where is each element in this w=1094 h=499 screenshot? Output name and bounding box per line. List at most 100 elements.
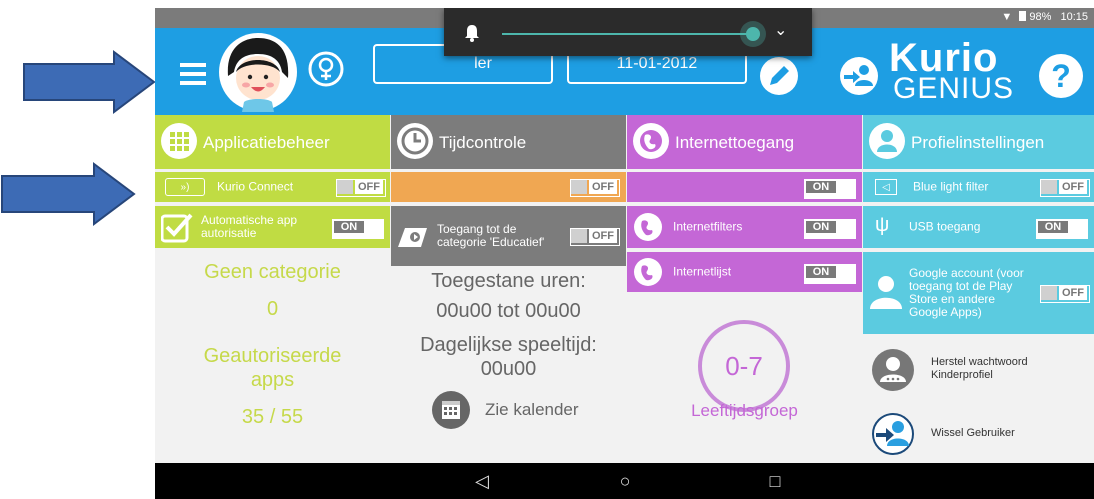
internet-filters-toggle[interactable]: ON bbox=[804, 219, 856, 239]
toggle-knob bbox=[1041, 180, 1057, 194]
toggle-knob bbox=[1041, 286, 1057, 300]
internet-list-toggle[interactable]: ON bbox=[804, 264, 856, 284]
internet-access-toggle[interactable]: ON bbox=[804, 179, 856, 199]
reset-password-icon bbox=[872, 349, 914, 391]
volume-track[interactable] bbox=[502, 33, 754, 35]
toggle-state: ON bbox=[1038, 221, 1068, 233]
volume-slider-thumb[interactable] bbox=[746, 27, 760, 41]
row-label: USB toegang bbox=[909, 219, 981, 234]
help-label: ? bbox=[1051, 58, 1071, 94]
toggle-knob bbox=[840, 221, 854, 233]
toggle-state: ON bbox=[806, 266, 836, 278]
toggle-knob bbox=[368, 221, 382, 233]
kurio-connect-toggle[interactable]: OFF bbox=[336, 179, 386, 197]
toggle-state: OFF bbox=[1059, 180, 1087, 194]
child-avatar[interactable] bbox=[218, 32, 298, 112]
row-label: Google account (voor toegang tot de Play… bbox=[909, 266, 1024, 319]
switch-user-button[interactable]: Wissel Gebruiker bbox=[863, 410, 1094, 456]
kurio-connect-icon: ») bbox=[165, 178, 205, 196]
authorized-apps-count: 35 / 55 bbox=[241, 406, 304, 428]
daily-playtime-value: 00u00 bbox=[480, 358, 537, 380]
usb-access-toggle[interactable]: ON bbox=[1036, 219, 1088, 239]
android-navigation-bar: ◁ ○ □ bbox=[155, 463, 1094, 499]
row-label: Kurio Connect bbox=[217, 179, 294, 194]
clock: 10:15 bbox=[1060, 11, 1088, 23]
toggle-state: OFF bbox=[1059, 286, 1087, 300]
apps-grid-icon bbox=[161, 123, 197, 159]
usb-access-row: ψ USB toegang ON bbox=[863, 206, 1094, 248]
tab-label: Tijdcontrole bbox=[439, 133, 527, 152]
globe-icon bbox=[634, 258, 662, 286]
internet-list-row: Internetlijst ON bbox=[627, 252, 862, 292]
allowed-hours-value: 00u00 tot 00u00 bbox=[436, 300, 581, 322]
switch-user-icon bbox=[872, 413, 914, 455]
home-icon[interactable]: ○ bbox=[610, 463, 640, 499]
reset-password-button[interactable]: Herstel wachtwoord Kinderprofiel bbox=[863, 346, 1094, 392]
tab-profile-settings[interactable]: Profielinstellingen bbox=[863, 115, 1094, 169]
chevron-down-icon[interactable]: ⌄ bbox=[774, 20, 787, 40]
reset-password-label: Herstel wachtwoord Kinderprofiel bbox=[931, 356, 1028, 381]
switch-user-icon[interactable] bbox=[839, 56, 879, 96]
category-count: 0 bbox=[266, 298, 279, 320]
checkbox-checked-icon bbox=[161, 213, 193, 243]
toggle-knob bbox=[571, 180, 587, 194]
brand-subtitle: GENIUS bbox=[893, 72, 1015, 105]
status-indicators: ▼ 98% 10:15 bbox=[1001, 11, 1088, 23]
blue-light-filter-toggle[interactable]: OFF bbox=[1040, 179, 1090, 197]
kurio-connect-row: ») Kurio Connect OFF bbox=[155, 172, 390, 202]
back-icon[interactable]: ◁ bbox=[467, 463, 497, 499]
calendar-icon bbox=[432, 391, 470, 429]
internet-filters-row: Internetfilters ON bbox=[627, 206, 862, 248]
toggle-knob bbox=[840, 181, 854, 193]
help-button[interactable]: ? bbox=[1039, 54, 1083, 98]
age-group-value: 0-7 bbox=[725, 351, 763, 381]
tablet-screen: ▼ 98% 10:15 ler 11-01-2012 Kurio GENIUS … bbox=[155, 8, 1094, 499]
view-calendar-link[interactable]: Zie kalender bbox=[431, 390, 611, 430]
row-label: Internetfilters bbox=[673, 219, 743, 234]
toggle-state: ON bbox=[806, 221, 836, 233]
tab-label: Profielinstellingen bbox=[911, 133, 1045, 152]
annotation-arrow-top-icon bbox=[23, 50, 156, 114]
blue-light-filter-row: ◁ Blue light filter OFF bbox=[863, 172, 1094, 202]
blue-light-icon: ◁ bbox=[875, 179, 897, 195]
recent-apps-icon[interactable]: □ bbox=[760, 463, 790, 499]
time-control-toggle[interactable]: OFF bbox=[570, 179, 620, 197]
tab-label: Internettoegang bbox=[675, 133, 795, 152]
google-account-toggle[interactable]: OFF bbox=[1040, 285, 1090, 303]
gender-female-icon[interactable] bbox=[308, 51, 344, 87]
row-label: Blue light filter bbox=[913, 179, 989, 194]
hamburger-menu-icon[interactable] bbox=[180, 62, 206, 86]
view-calendar-label: Zie kalender bbox=[485, 400, 579, 419]
row-label: Internetlijst bbox=[673, 264, 732, 279]
row-label: Toegang tot de categorie 'Educatief' bbox=[437, 222, 545, 249]
toggle-knob bbox=[1072, 221, 1086, 233]
annotation-arrow-bottom-icon bbox=[1, 162, 136, 226]
tab-time-control[interactable]: Tijdcontrole bbox=[391, 115, 626, 169]
switch-user-label: Wissel Gebruiker bbox=[931, 427, 1015, 439]
educational-access-toggle[interactable]: OFF bbox=[570, 228, 620, 246]
battery-icon bbox=[1019, 11, 1027, 21]
authorized-apps-label: Geautoriseerde apps bbox=[203, 345, 342, 391]
toggle-state: ON bbox=[806, 181, 836, 193]
bell-icon bbox=[465, 25, 479, 42]
auto-authorization-row: Automatische app autorisatie ON bbox=[155, 206, 390, 248]
tab-app-management[interactable]: Applicatiebeheer bbox=[155, 115, 390, 169]
toggle-knob bbox=[571, 229, 587, 243]
internet-access-row: ON bbox=[627, 172, 862, 202]
auto-authorization-toggle[interactable]: ON bbox=[332, 219, 384, 239]
toggle-state: OFF bbox=[589, 229, 617, 243]
educational-access-row: Toegang tot de categorie 'Educatief' OFF bbox=[391, 206, 626, 266]
kurio-genius-logo: Kurio GENIUS bbox=[889, 36, 1035, 105]
tab-label: Applicatiebeheer bbox=[203, 133, 330, 152]
usb-icon: ψ bbox=[875, 214, 890, 236]
tab-internet-access[interactable]: Internettoegang bbox=[627, 115, 862, 169]
age-group-label: Leeftijdsgroep bbox=[691, 401, 798, 420]
age-group-badge[interactable]: 0-7 bbox=[698, 320, 790, 412]
toggle-state: OFF bbox=[355, 180, 383, 194]
google-account-row: Google account (voor toegang tot de Play… bbox=[863, 252, 1094, 334]
wifi-icon: ▼ bbox=[1001, 11, 1013, 23]
edit-pencil-icon[interactable] bbox=[759, 56, 799, 96]
user-icon bbox=[870, 276, 902, 309]
globe-icon bbox=[633, 123, 669, 159]
profile-icon bbox=[869, 123, 905, 159]
